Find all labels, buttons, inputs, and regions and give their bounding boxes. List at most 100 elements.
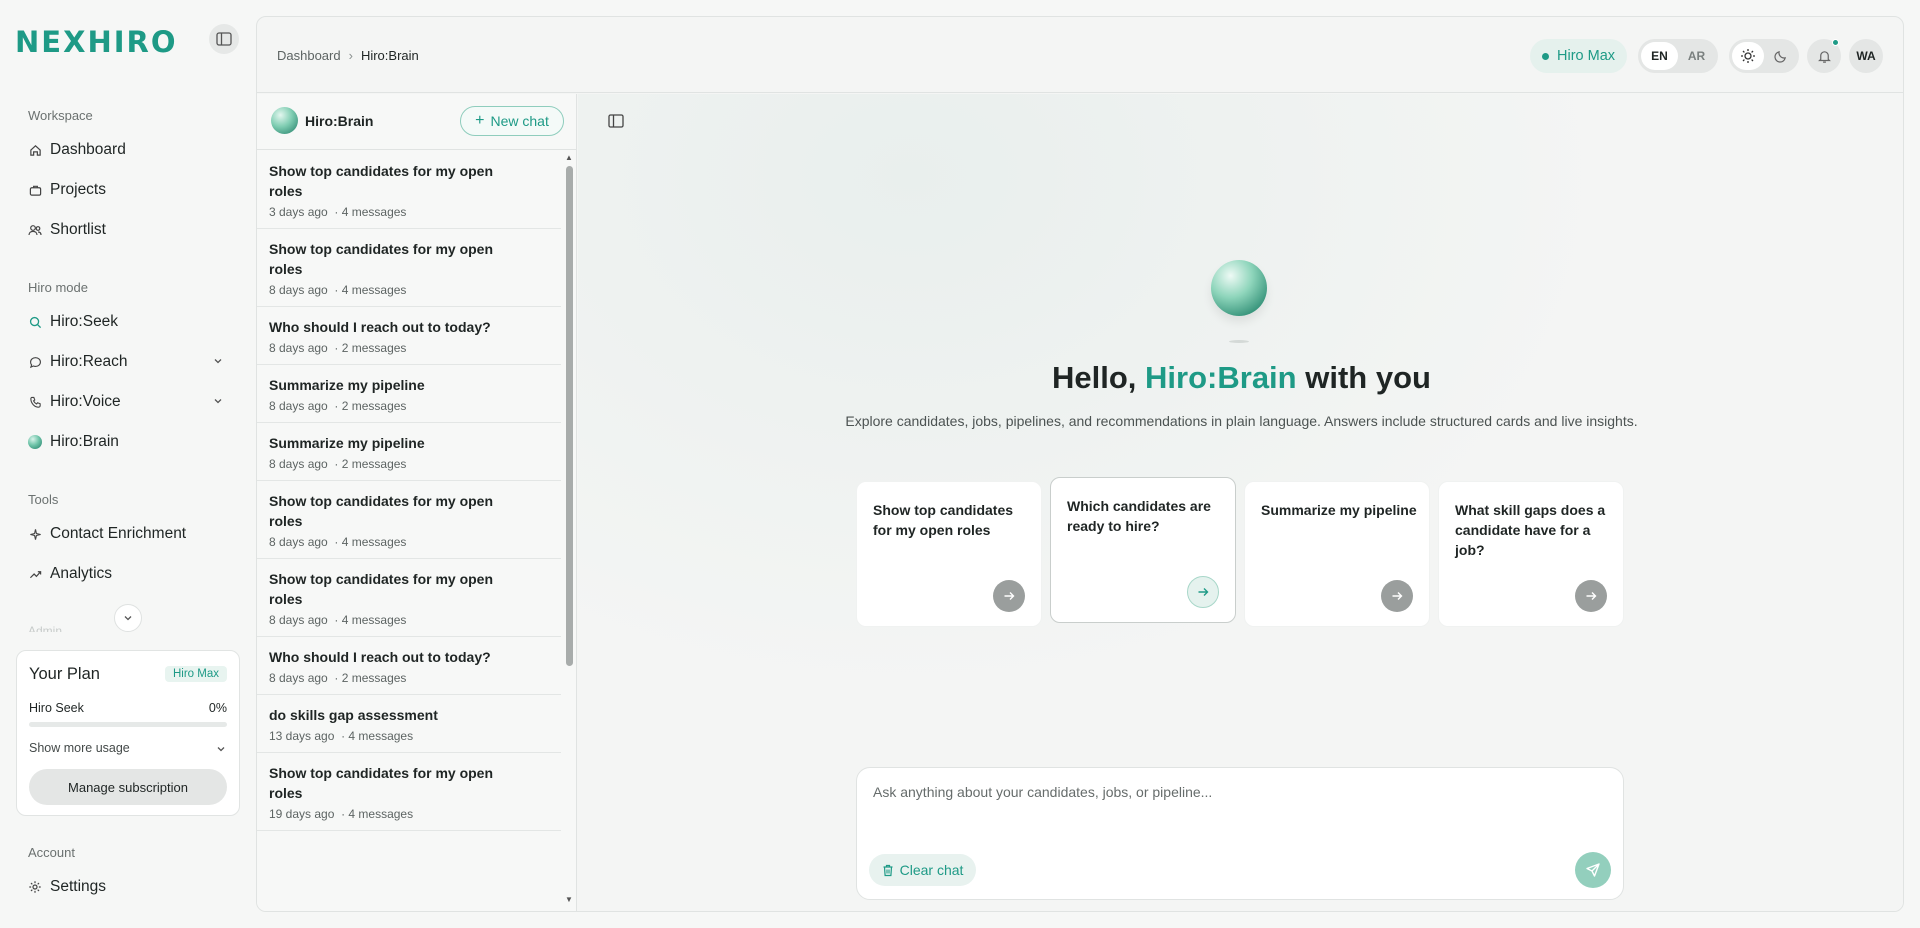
- chat-history-item[interactable]: Who should I reach out to today? 8 days a…: [257, 637, 561, 695]
- chat-history-item[interactable]: Show top candidates for my open roles 19 …: [257, 753, 561, 831]
- language-option-ar[interactable]: AR: [1678, 42, 1715, 70]
- plus-icon: +: [475, 112, 485, 129]
- chat-history-item[interactable]: Show top candidates for my open roles 3 d…: [257, 151, 561, 229]
- language-toggle: EN AR: [1638, 39, 1718, 73]
- chat-panel-title: Hiro:Brain: [305, 113, 374, 129]
- chevron-down-icon[interactable]: [212, 395, 224, 407]
- sidebar-item-label: Hiro:Brain: [50, 433, 119, 450]
- trash-icon: [882, 864, 894, 877]
- suggestion-card[interactable]: Which candidates are ready to hire?: [1050, 477, 1236, 623]
- app-logo[interactable]: NEXHIRO: [15, 25, 177, 59]
- suggestion-card[interactable]: Show top candidates for my open roles: [856, 481, 1042, 627]
- usage-label: Hiro Seek: [29, 701, 84, 715]
- chat-item-time: 8 days ago: [269, 341, 328, 355]
- section-admin: Admin: [28, 624, 63, 632]
- breadcrumb-separator: ›: [348, 48, 353, 63]
- moon-icon: [1773, 50, 1786, 63]
- orb-icon: [28, 435, 42, 449]
- sidebar-collapse-button[interactable]: [209, 24, 239, 54]
- chat-history-item[interactable]: Summarize my pipeline 8 days ago · 2 mess…: [257, 423, 561, 481]
- breadcrumb-dashboard-link[interactable]: Dashboard: [277, 48, 341, 63]
- chat-history-list: Show top candidates for my open roles 3 d…: [257, 151, 561, 911]
- sidebar-item-label: Analytics: [50, 565, 113, 582]
- status-dot: [1542, 52, 1549, 60]
- chat-item-meta: 8 days ago · 4 messages: [269, 283, 549, 297]
- suggestion-card[interactable]: Summarize my pipeline: [1244, 481, 1430, 627]
- breadcrumb: Dashboard › Hiro:Brain: [277, 48, 419, 63]
- chat-history-item[interactable]: Show top candidates for my open roles 8 d…: [257, 229, 561, 307]
- scroll-up-arrow-icon[interactable]: ▲: [565, 153, 573, 162]
- scroll-down-arrow-icon[interactable]: ▼: [565, 895, 573, 904]
- chevron-down-icon[interactable]: [215, 743, 227, 755]
- scrollbar-thumb[interactable]: [566, 166, 573, 666]
- clear-chat-button[interactable]: Clear chat: [869, 854, 976, 886]
- dark-theme-button[interactable]: [1764, 42, 1796, 70]
- chat-history-item[interactable]: Summarize my pipeline 8 days ago · 2 mess…: [257, 365, 561, 423]
- chat-item-meta: 3 days ago · 4 messages: [269, 205, 549, 219]
- arrow-right-icon[interactable]: [1187, 576, 1219, 608]
- notifications-button[interactable]: [1807, 39, 1841, 73]
- sidebar-item-analytics[interactable]: Analytics: [28, 559, 228, 589]
- plan-pill[interactable]: Hiro Max: [1530, 39, 1628, 73]
- light-theme-button[interactable]: [1732, 42, 1764, 70]
- sidebar-item-label: Dashboard: [50, 141, 126, 158]
- sidebar-item-hiro-seek[interactable]: Hiro:Seek: [28, 307, 228, 337]
- suggestion-text: What skill gaps does a candidate have fo…: [1455, 502, 1606, 558]
- plan-pill-label: Hiro Max: [1557, 48, 1616, 64]
- chat-history-item[interactable]: Who should I reach out to today? 8 days a…: [257, 307, 561, 365]
- chat-item-meta: 8 days ago · 4 messages: [269, 613, 549, 627]
- chat-history-item[interactable]: Show top candidates for my open roles 8 d…: [257, 559, 561, 637]
- sidebar-item-hiro-brain[interactable]: Hiro:Brain: [28, 427, 228, 457]
- arrow-right-icon[interactable]: [993, 580, 1025, 612]
- chevron-down-icon[interactable]: [212, 355, 224, 367]
- sidebar-item-hiro-voice[interactable]: Hiro:Voice: [28, 387, 228, 417]
- send-button[interactable]: [1575, 852, 1611, 888]
- chat-input[interactable]: [873, 781, 1603, 803]
- chat-item-time: 13 days ago: [269, 729, 335, 743]
- theme-toggle: [1729, 39, 1799, 73]
- sidebar-item-label: Hiro:Voice: [50, 393, 121, 410]
- sidebar-item-shortlist[interactable]: Shortlist: [28, 215, 228, 245]
- arrow-right-icon[interactable]: [1381, 580, 1413, 612]
- breadcrumb-current: Hiro:Brain: [360, 48, 419, 63]
- orb-shadow: [1229, 340, 1249, 343]
- sidebar-item-projects[interactable]: Projects: [28, 175, 228, 205]
- nav-scroll-down-button[interactable]: [114, 604, 142, 632]
- chat-history-panel: Hiro:Brain + New chat Show top candidate…: [257, 94, 577, 911]
- chat-item-title: Show top candidates for my open roles: [269, 765, 494, 801]
- chat-list-scrollbar[interactable]: ▲ ▼: [562, 151, 576, 911]
- plan-badge: Hiro Max: [164, 666, 227, 682]
- avatar[interactable]: WA: [1849, 39, 1883, 73]
- plan-title: Your Plan: [29, 665, 100, 683]
- sidebar-item-settings[interactable]: Settings: [28, 872, 228, 902]
- new-chat-button[interactable]: + New chat: [460, 106, 564, 136]
- briefcase-icon: [28, 183, 42, 197]
- sidebar-toggle-icon: [216, 32, 232, 46]
- arrow-right-icon[interactable]: [1575, 580, 1607, 612]
- greeting-heading: Hello, Hiro:Brain with you: [578, 360, 1903, 396]
- chat-history-item[interactable]: Show top candidates for my open roles 8 d…: [257, 481, 561, 559]
- chat-item-message-count: · 4 messages: [334, 283, 407, 297]
- chat-item-meta: 8 days ago · 4 messages: [269, 535, 549, 549]
- chat-item-title: Show top candidates for my open roles: [269, 571, 494, 607]
- manage-subscription-button[interactable]: Manage subscription: [29, 769, 227, 805]
- chat-item-meta: 19 days ago · 4 messages: [269, 807, 549, 821]
- hiro-brain-orb: [1211, 260, 1267, 316]
- language-option-en[interactable]: EN: [1641, 42, 1678, 70]
- sidebar-item-hiro-reach[interactable]: Hiro:Reach: [28, 347, 228, 377]
- sidebar-item-dashboard[interactable]: Dashboard: [28, 135, 228, 165]
- chat-history-item[interactable]: do skills gap assessment 13 days ago · 4 …: [257, 695, 561, 753]
- suggestion-text: Show top candidates for my open roles: [873, 502, 1014, 538]
- top-bar: Dashboard › Hiro:Brain Hiro Max EN AR WA: [257, 17, 1903, 93]
- users-icon: [28, 223, 42, 237]
- chat-item-time: 3 days ago: [269, 205, 328, 219]
- sidebar-item-label: Hiro:Seek: [50, 313, 119, 330]
- greeting-suffix: with you: [1305, 360, 1431, 395]
- suggestion-card[interactable]: What skill gaps does a candidate have fo…: [1438, 481, 1624, 627]
- chat-item-title: Summarize my pipeline: [269, 435, 425, 451]
- section-tools: Tools: [28, 492, 59, 507]
- show-more-usage-toggle[interactable]: Show more usage: [29, 741, 130, 755]
- sidebar-item-contact-enrichment[interactable]: Contact Enrichment: [28, 519, 228, 549]
- sidebar: NEXHIRO Workspace Dashboard Projects Sho…: [0, 0, 256, 928]
- history-panel-toggle-button[interactable]: [608, 114, 624, 128]
